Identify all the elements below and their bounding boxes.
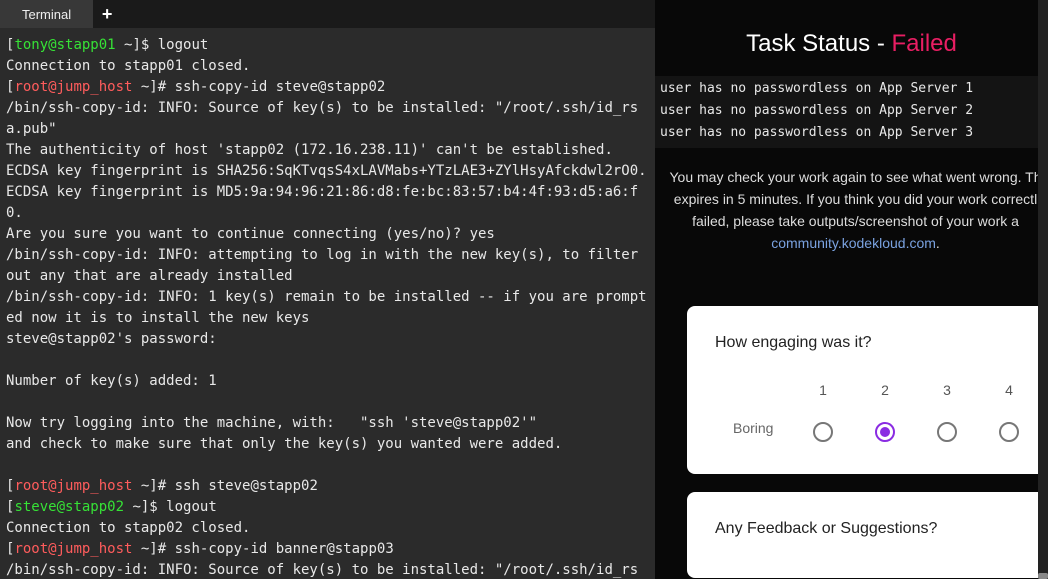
scale-option-4: 4 bbox=[999, 382, 1019, 442]
terminal-line: ECDSA key fingerprint is SHA256:SqKTvqsS… bbox=[6, 161, 649, 182]
hint-text: failed, please take outputs/screenshot o… bbox=[692, 213, 1019, 229]
terminal-line: [root@jump_host ~]# ssh-copy-id banner@s… bbox=[6, 539, 649, 560]
scale-radio-4[interactable] bbox=[999, 422, 1019, 442]
question-engaging: How engaging was it? bbox=[715, 334, 1020, 352]
scale-number: 4 bbox=[1005, 382, 1013, 398]
community-link[interactable]: community.kodekloud.com bbox=[771, 235, 936, 251]
check-line: user has no passwordless on App Server 2 bbox=[660, 100, 1043, 122]
scale-columns: 1 2 3 4 bbox=[813, 382, 1020, 442]
plus-icon: + bbox=[102, 4, 113, 25]
terminal-line bbox=[6, 455, 649, 476]
feedback-card: Any Feedback or Suggestions? bbox=[687, 492, 1048, 578]
terminal-line: [steve@stapp02 ~]$ logout bbox=[6, 497, 649, 518]
terminal-line: [root@jump_host ~]# ssh-copy-id steve@st… bbox=[6, 77, 649, 98]
task-status-prefix: Task Status - bbox=[746, 30, 891, 57]
scrollbar-thumb[interactable] bbox=[1038, 573, 1048, 579]
terminal-line: [root@jump_host ~]# ssh steve@stapp02 bbox=[6, 476, 649, 497]
terminal-line: /bin/ssh-copy-id: INFO: attempting to lo… bbox=[6, 245, 649, 287]
scale-radio-2[interactable] bbox=[875, 422, 895, 442]
scale-radio-1[interactable] bbox=[813, 422, 833, 442]
engagement-card: How engaging was it? 1 2 3 4 Boring bbox=[687, 306, 1048, 474]
terminal-line: and check to make sure that only the key… bbox=[6, 434, 649, 455]
scale-radio-3[interactable] bbox=[937, 422, 957, 442]
scrollbar-track[interactable] bbox=[1038, 0, 1048, 579]
task-checks: user has no passwordless on App Server 1… bbox=[655, 76, 1048, 148]
terminal-line bbox=[6, 350, 649, 371]
task-status-value: Failed bbox=[892, 30, 957, 57]
terminal-pane: Terminal + [tony@stapp01 ~]$ logoutConne… bbox=[0, 0, 655, 579]
terminal-line bbox=[6, 392, 649, 413]
task-hint: You may check your work again to see wha… bbox=[655, 148, 1048, 254]
scale-option-2: 2 bbox=[875, 382, 895, 442]
scale-number: 2 bbox=[881, 382, 889, 398]
terminal-line: Now try logging into the machine, with: … bbox=[6, 413, 649, 434]
terminal-line: The authenticity of host 'stapp02 (172.1… bbox=[6, 140, 649, 161]
terminal-line: Number of key(s) added: 1 bbox=[6, 371, 649, 392]
terminal-tab[interactable]: Terminal bbox=[0, 0, 93, 28]
terminal-body[interactable]: [tony@stapp01 ~]$ logoutConnection to st… bbox=[0, 28, 655, 579]
terminal-line: /bin/ssh-copy-id: INFO: Source of key(s)… bbox=[6, 560, 649, 579]
hint-text: expires in 5 minutes. If you think you d… bbox=[674, 191, 1037, 207]
terminal-line: /bin/ssh-copy-id: INFO: 1 key(s) remain … bbox=[6, 287, 649, 329]
scale-label-left: Boring bbox=[715, 420, 795, 436]
question-feedback: Any Feedback or Suggestions? bbox=[715, 520, 1020, 538]
terminal-line: Connection to stapp02 closed. bbox=[6, 518, 649, 539]
scale-number: 3 bbox=[943, 382, 951, 398]
new-tab-button[interactable]: + bbox=[93, 0, 121, 28]
hint-end: . bbox=[936, 235, 940, 251]
check-line: user has no passwordless on App Server 3 bbox=[660, 122, 1043, 144]
terminal-tabbar: Terminal + bbox=[0, 0, 655, 28]
right-pane: Task Status - Failed user has no passwor… bbox=[655, 0, 1048, 579]
scale-number: 1 bbox=[819, 382, 827, 398]
terminal-line: /bin/ssh-copy-id: INFO: Source of key(s)… bbox=[6, 98, 649, 140]
check-line: user has no passwordless on App Server 1 bbox=[660, 78, 1043, 100]
terminal-line: Connection to stapp01 closed. bbox=[6, 56, 649, 77]
scale-option-3: 3 bbox=[937, 382, 957, 442]
task-status-heading: Task Status - Failed bbox=[655, 0, 1048, 76]
terminal-line: Are you sure you want to continue connec… bbox=[6, 224, 649, 245]
terminal-line: ECDSA key fingerprint is MD5:9a:94:96:21… bbox=[6, 182, 649, 224]
terminal-line: steve@stapp02's password: bbox=[6, 329, 649, 350]
hint-text: You may check your work again to see wha… bbox=[670, 169, 1042, 185]
scale-option-1: 1 bbox=[813, 382, 833, 442]
terminal-line: [tony@stapp01 ~]$ logout bbox=[6, 35, 649, 56]
